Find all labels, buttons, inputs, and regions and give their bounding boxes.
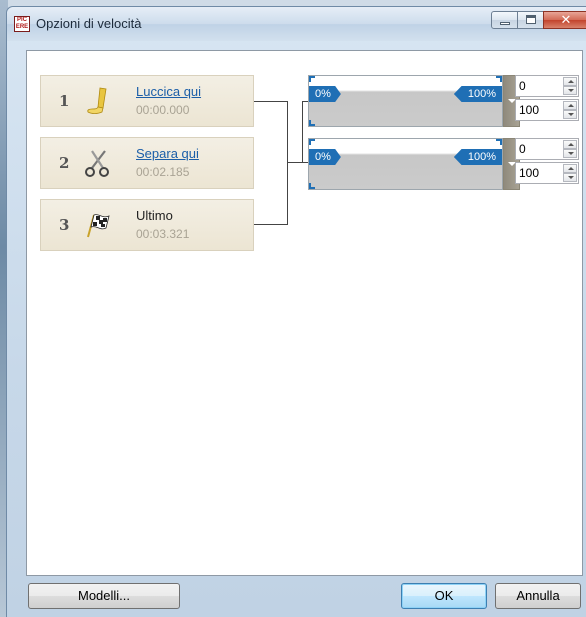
spin-up-button[interactable] bbox=[563, 101, 577, 110]
item-title-link[interactable]: Luccica qui bbox=[136, 84, 201, 99]
item-title: Ultimo bbox=[136, 208, 173, 223]
minimize-button[interactable] bbox=[491, 11, 518, 29]
spin-down-button[interactable] bbox=[563, 86, 577, 95]
segment-corner bbox=[309, 183, 315, 189]
spinner-buttons bbox=[563, 77, 577, 95]
spinner-buttons bbox=[563, 101, 577, 119]
arrow-up-icon bbox=[568, 143, 574, 146]
item-time: 00:00.000 bbox=[136, 103, 190, 117]
item-number: 3 bbox=[59, 216, 70, 234]
app-icon-line-1: PIC bbox=[16, 17, 27, 23]
item-time: 00:03.321 bbox=[136, 227, 190, 241]
timeline-item-3: 3 Ultimo 00:03.321 bbox=[40, 199, 254, 251]
item-number: 2 bbox=[59, 154, 70, 172]
timeline-item-2: 2 Separa qui 00:02.185 bbox=[40, 137, 254, 189]
end-percent-label[interactable]: 100% bbox=[453, 149, 502, 165]
maximize-button[interactable] bbox=[517, 11, 544, 29]
cancel-button[interactable]: Annulla bbox=[495, 583, 581, 609]
connector-bracket bbox=[254, 101, 288, 225]
segment-1-end-input[interactable] bbox=[519, 102, 555, 118]
spinner-buttons bbox=[563, 164, 577, 182]
connector-lines bbox=[254, 101, 308, 225]
arrow-down-icon bbox=[568, 176, 574, 179]
item-title-link[interactable]: Separa qui bbox=[136, 146, 199, 161]
minimize-icon bbox=[500, 22, 510, 25]
ok-button[interactable]: OK bbox=[401, 583, 487, 609]
timeline-item-1: 1 Luccica qui 00:00.000 bbox=[40, 75, 254, 127]
segment-2-end-input[interactable] bbox=[519, 165, 555, 181]
spin-down-button[interactable] bbox=[563, 173, 577, 182]
spin-up-button[interactable] bbox=[563, 140, 577, 149]
segment-1-end-spinner[interactable] bbox=[515, 99, 579, 121]
segment-corner bbox=[309, 76, 315, 82]
segment-corner bbox=[309, 120, 315, 126]
connector-segment-1 bbox=[287, 101, 308, 163]
checkered-flag-icon bbox=[87, 214, 110, 238]
item-number: 1 bbox=[59, 92, 70, 110]
arrow-down-icon bbox=[568, 113, 574, 116]
arrow-up-icon bbox=[568, 167, 574, 170]
start-percent-label[interactable]: 0% bbox=[309, 86, 341, 102]
spin-up-button[interactable] bbox=[563, 77, 577, 86]
scissors-icon bbox=[85, 150, 109, 177]
title-bar[interactable]: PIC ERE Opzioni di velocità ✕ bbox=[7, 7, 586, 41]
spin-up-button[interactable] bbox=[563, 164, 577, 173]
speed-segment-1[interactable]: 0% 100% bbox=[308, 75, 503, 127]
glitter-tube-icon bbox=[87, 87, 107, 114]
segment-2-end-spinner[interactable] bbox=[515, 162, 579, 184]
app-icon: PIC ERE bbox=[14, 16, 30, 32]
segment-2-start-input[interactable] bbox=[519, 141, 555, 157]
segment-2-start-spinner[interactable] bbox=[515, 138, 579, 160]
arrow-up-icon bbox=[568, 104, 574, 107]
content-panel: 1 Luccica qui 00:00.000 2 Separa qui 00:… bbox=[26, 50, 583, 576]
app-icon-line-2: ERE bbox=[15, 24, 29, 30]
spinner-buttons bbox=[563, 140, 577, 158]
segment-corner bbox=[496, 76, 502, 82]
spin-down-button[interactable] bbox=[563, 149, 577, 158]
spin-down-button[interactable] bbox=[563, 110, 577, 119]
close-icon: ✕ bbox=[560, 12, 572, 27]
arrow-down-icon bbox=[568, 152, 574, 155]
speed-segment-2[interactable]: 0% 100% bbox=[308, 138, 503, 190]
arrow-down-icon bbox=[568, 89, 574, 92]
segment-corner bbox=[496, 139, 502, 145]
segment-1-start-input[interactable] bbox=[519, 78, 555, 94]
arrow-up-icon bbox=[568, 80, 574, 83]
end-percent-label[interactable]: 100% bbox=[453, 86, 502, 102]
segment-corner bbox=[309, 139, 315, 145]
window-title: Opzioni di velocità bbox=[36, 16, 142, 31]
maximize-icon bbox=[526, 15, 536, 24]
models-button[interactable]: Modelli... bbox=[28, 583, 180, 609]
start-percent-label[interactable]: 0% bbox=[309, 149, 341, 165]
item-time: 00:02.185 bbox=[136, 165, 190, 179]
speed-options-dialog: PIC ERE Opzioni di velocità ✕ 1 Luccica … bbox=[6, 6, 586, 617]
close-button[interactable]: ✕ bbox=[543, 11, 586, 29]
segment-1-start-spinner[interactable] bbox=[515, 75, 579, 97]
